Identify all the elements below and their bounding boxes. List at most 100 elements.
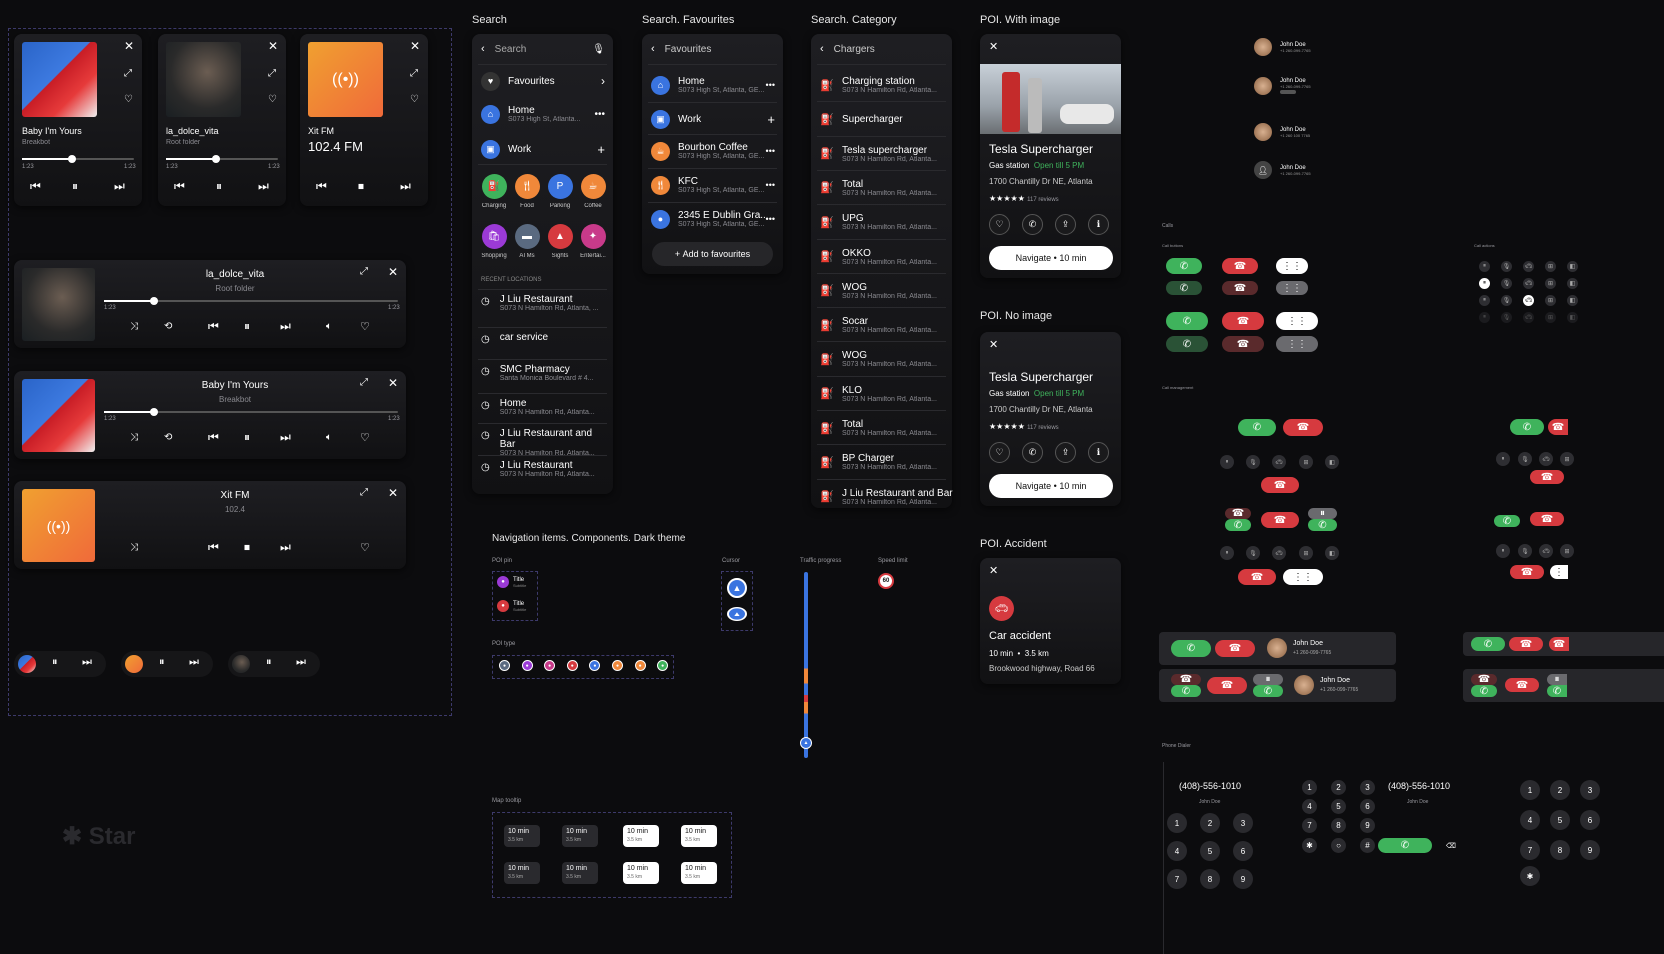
zero-key-icon[interactable]: ○	[1331, 838, 1346, 853]
charger-item[interactable]: ⛽ Socar S073 N Hamilton Rd, Atlanta...	[811, 312, 952, 338]
info-icon[interactable]: ℹ	[1088, 214, 1109, 235]
charger-item[interactable]: ⛽ J Liu Restaurant and Bar S073 N Hamilto…	[811, 484, 953, 510]
charger-item[interactable]: ⛽ Total S073 N Hamilton Rd, Atlanta...	[811, 175, 952, 201]
keypad-icon[interactable]: ⊞	[1560, 544, 1574, 558]
decline-call-button[interactable]: ☎	[1283, 419, 1323, 436]
home-row[interactable]: ⌂ Home S073 High St, Atlanta... •••	[472, 102, 613, 126]
accept-call-button[interactable]: ✆	[1166, 258, 1202, 274]
repeat-icon[interactable]: ⟲	[164, 321, 172, 332]
decline-call-button[interactable]: ☎	[1215, 640, 1255, 657]
pause-icon[interactable]: ⏸	[72, 179, 78, 194]
shuffle-icon[interactable]: ⤨	[130, 432, 138, 443]
poi-pin-1[interactable]: ● Title Subtitle	[497, 576, 526, 588]
decline-call-button[interactable]: ☎	[1505, 678, 1539, 692]
category-sights[interactable]: ▲ Sights	[546, 224, 574, 259]
plus-icon[interactable]: +	[597, 142, 605, 157]
category-atm[interactable]: ▬ ATMs	[513, 224, 541, 259]
charger-item[interactable]: ⛽ WOG S073 N Hamilton Rd, Atlanta...	[811, 278, 952, 304]
mic-icon[interactable]: 🎙︎	[1246, 546, 1260, 560]
more-icon[interactable]: •••	[766, 80, 775, 90]
plus-icon[interactable]: +	[767, 112, 775, 127]
volume-icon[interactable]: 🔈︎	[326, 432, 332, 443]
keypad-button[interactable]: ⋮	[1550, 565, 1568, 579]
dial-key[interactable]: 5	[1331, 799, 1346, 814]
stop-icon[interactable]: ⏹	[244, 540, 250, 555]
decline-call-button[interactable]: ☎	[1549, 637, 1569, 651]
decline-call-button-lg[interactable]: ☎	[1222, 312, 1264, 330]
progress-knob[interactable]	[68, 155, 76, 163]
hold-icon[interactable]: ⏸	[1479, 295, 1490, 306]
recent-item[interactable]: ◷ Home S073 N Hamilton Rd, Atlanta...	[472, 398, 613, 424]
recent-item[interactable]: ◷ car service	[472, 332, 613, 358]
pause-icon[interactable]: ⏸	[244, 319, 250, 334]
more-icon[interactable]: •••	[766, 180, 775, 190]
dial-key[interactable]: 6	[1233, 841, 1253, 861]
category-food[interactable]: 🍴︎ Food	[513, 174, 541, 209]
share-icon[interactable]: ⇪	[1055, 442, 1076, 463]
pause-icon[interactable]: ⏸	[244, 430, 250, 445]
accept-call-button[interactable]: ✆	[1171, 685, 1201, 697]
mic-icon[interactable]: 🎙︎	[1246, 455, 1260, 469]
heart-icon[interactable]: ♡	[410, 94, 419, 105]
pause-icon[interactable]: ⏸	[216, 179, 222, 194]
keypad-icon[interactable]: ⊞	[1560, 452, 1574, 466]
next-icon[interactable]: ⏭	[258, 179, 269, 194]
swap-call-button[interactable]: ✆	[1547, 685, 1567, 697]
dial-key[interactable]: 1	[1302, 780, 1317, 795]
mic-icon[interactable]: 🎙︎	[592, 44, 605, 55]
charger-item[interactable]: ⛽ Total S073 N Hamilton Rd, Atlanta...	[811, 415, 952, 441]
dial-key[interactable]: 1	[1167, 813, 1187, 833]
dial-key[interactable]: 3	[1580, 780, 1600, 800]
search-input[interactable]: Search	[495, 44, 527, 55]
accept-call-button-lg[interactable]: ✆	[1166, 312, 1208, 330]
volume-icon[interactable]: 🔈︎	[326, 321, 332, 332]
close-icon[interactable]: ✕	[989, 40, 998, 53]
dial-key[interactable]: 5	[1550, 810, 1570, 830]
decline-call-button[interactable]: ☎	[1510, 565, 1544, 579]
keypad-icon[interactable]: ⊞	[1299, 455, 1313, 469]
keypad-button[interactable]: ⋮⋮	[1276, 258, 1308, 274]
contact-item[interactable]: John Doe +1 260-099-7765	[1254, 77, 1311, 95]
recent-item[interactable]: ◷ J Liu Restaurant S073 N Hamilton Rd, A…	[472, 294, 613, 320]
phone-icon[interactable]: ✆	[1022, 214, 1043, 235]
speaker-icon[interactable]: ◧	[1325, 455, 1339, 469]
expand-icon[interactable]: ⤢	[124, 68, 132, 79]
next-icon[interactable]: ⏭	[280, 430, 291, 445]
contact-item[interactable]: John Doe +1 260-099-7765	[1254, 38, 1311, 56]
favourite-item[interactable]: 🍴︎ KFC S073 High St, Atlanta, GE... •••	[642, 172, 783, 198]
heart-icon[interactable]: ♡	[360, 431, 370, 444]
more-icon[interactable]: •••	[766, 214, 775, 224]
dial-key[interactable]: 9	[1233, 869, 1253, 889]
mic-icon[interactable]: 🎙︎	[1518, 452, 1532, 466]
charger-item[interactable]: ⛽ Charging station S073 N Hamilton Rd, At…	[811, 72, 952, 98]
swap-call-button[interactable]: ✆	[1308, 519, 1337, 531]
next-icon[interactable]: ⏭	[280, 540, 291, 555]
search-bar[interactable]: ‹ Search 🎙︎	[472, 40, 613, 58]
work-row[interactable]: ▣ Work +	[472, 139, 613, 159]
mini-player-3[interactable]: ⏸ ⏭	[228, 651, 320, 677]
end-call-button[interactable]: ☎	[1261, 477, 1299, 493]
hold-icon[interactable]: ⏸	[1220, 546, 1234, 560]
progress-knob[interactable]	[212, 155, 220, 163]
prev-icon[interactable]: ⏮	[30, 179, 41, 194]
navigate-button[interactable]: Navigate • 10 min	[989, 246, 1113, 270]
contact-item[interactable]: John Doe +1 260 100 7765	[1254, 123, 1310, 141]
contact-item[interactable]: 👤︎ John Doe +1 260-099-7765	[1254, 161, 1311, 179]
accept-call-button[interactable]: ✆	[1510, 419, 1544, 435]
close-icon[interactable]: ✕	[388, 486, 398, 500]
charger-item[interactable]: ⛽ BP Charger S073 N Hamilton Rd, Atlanta.…	[811, 449, 952, 475]
keypad-button[interactable]: ⋮⋮	[1283, 569, 1323, 585]
accept-call-button[interactable]: ✆	[1238, 419, 1276, 436]
next-icon[interactable]: ⏭	[82, 656, 92, 669]
dial-key[interactable]: 6	[1580, 810, 1600, 830]
close-icon[interactable]: ✕	[989, 564, 998, 577]
speaker-icon[interactable]: ◧	[1567, 295, 1578, 306]
category-shopping[interactable]: 🛍︎ Shopping	[480, 224, 508, 259]
prev-icon[interactable]: ⏮	[174, 179, 185, 194]
decline-call-button[interactable]: ☎	[1207, 677, 1247, 694]
next-icon[interactable]: ⏭	[296, 656, 306, 669]
dial-key[interactable]: 2	[1550, 780, 1570, 800]
dial-key[interactable]: 2	[1331, 780, 1346, 795]
mic-icon[interactable]: 🎙︎	[1501, 261, 1512, 272]
accept-call-button[interactable]: ✆	[1225, 519, 1251, 531]
